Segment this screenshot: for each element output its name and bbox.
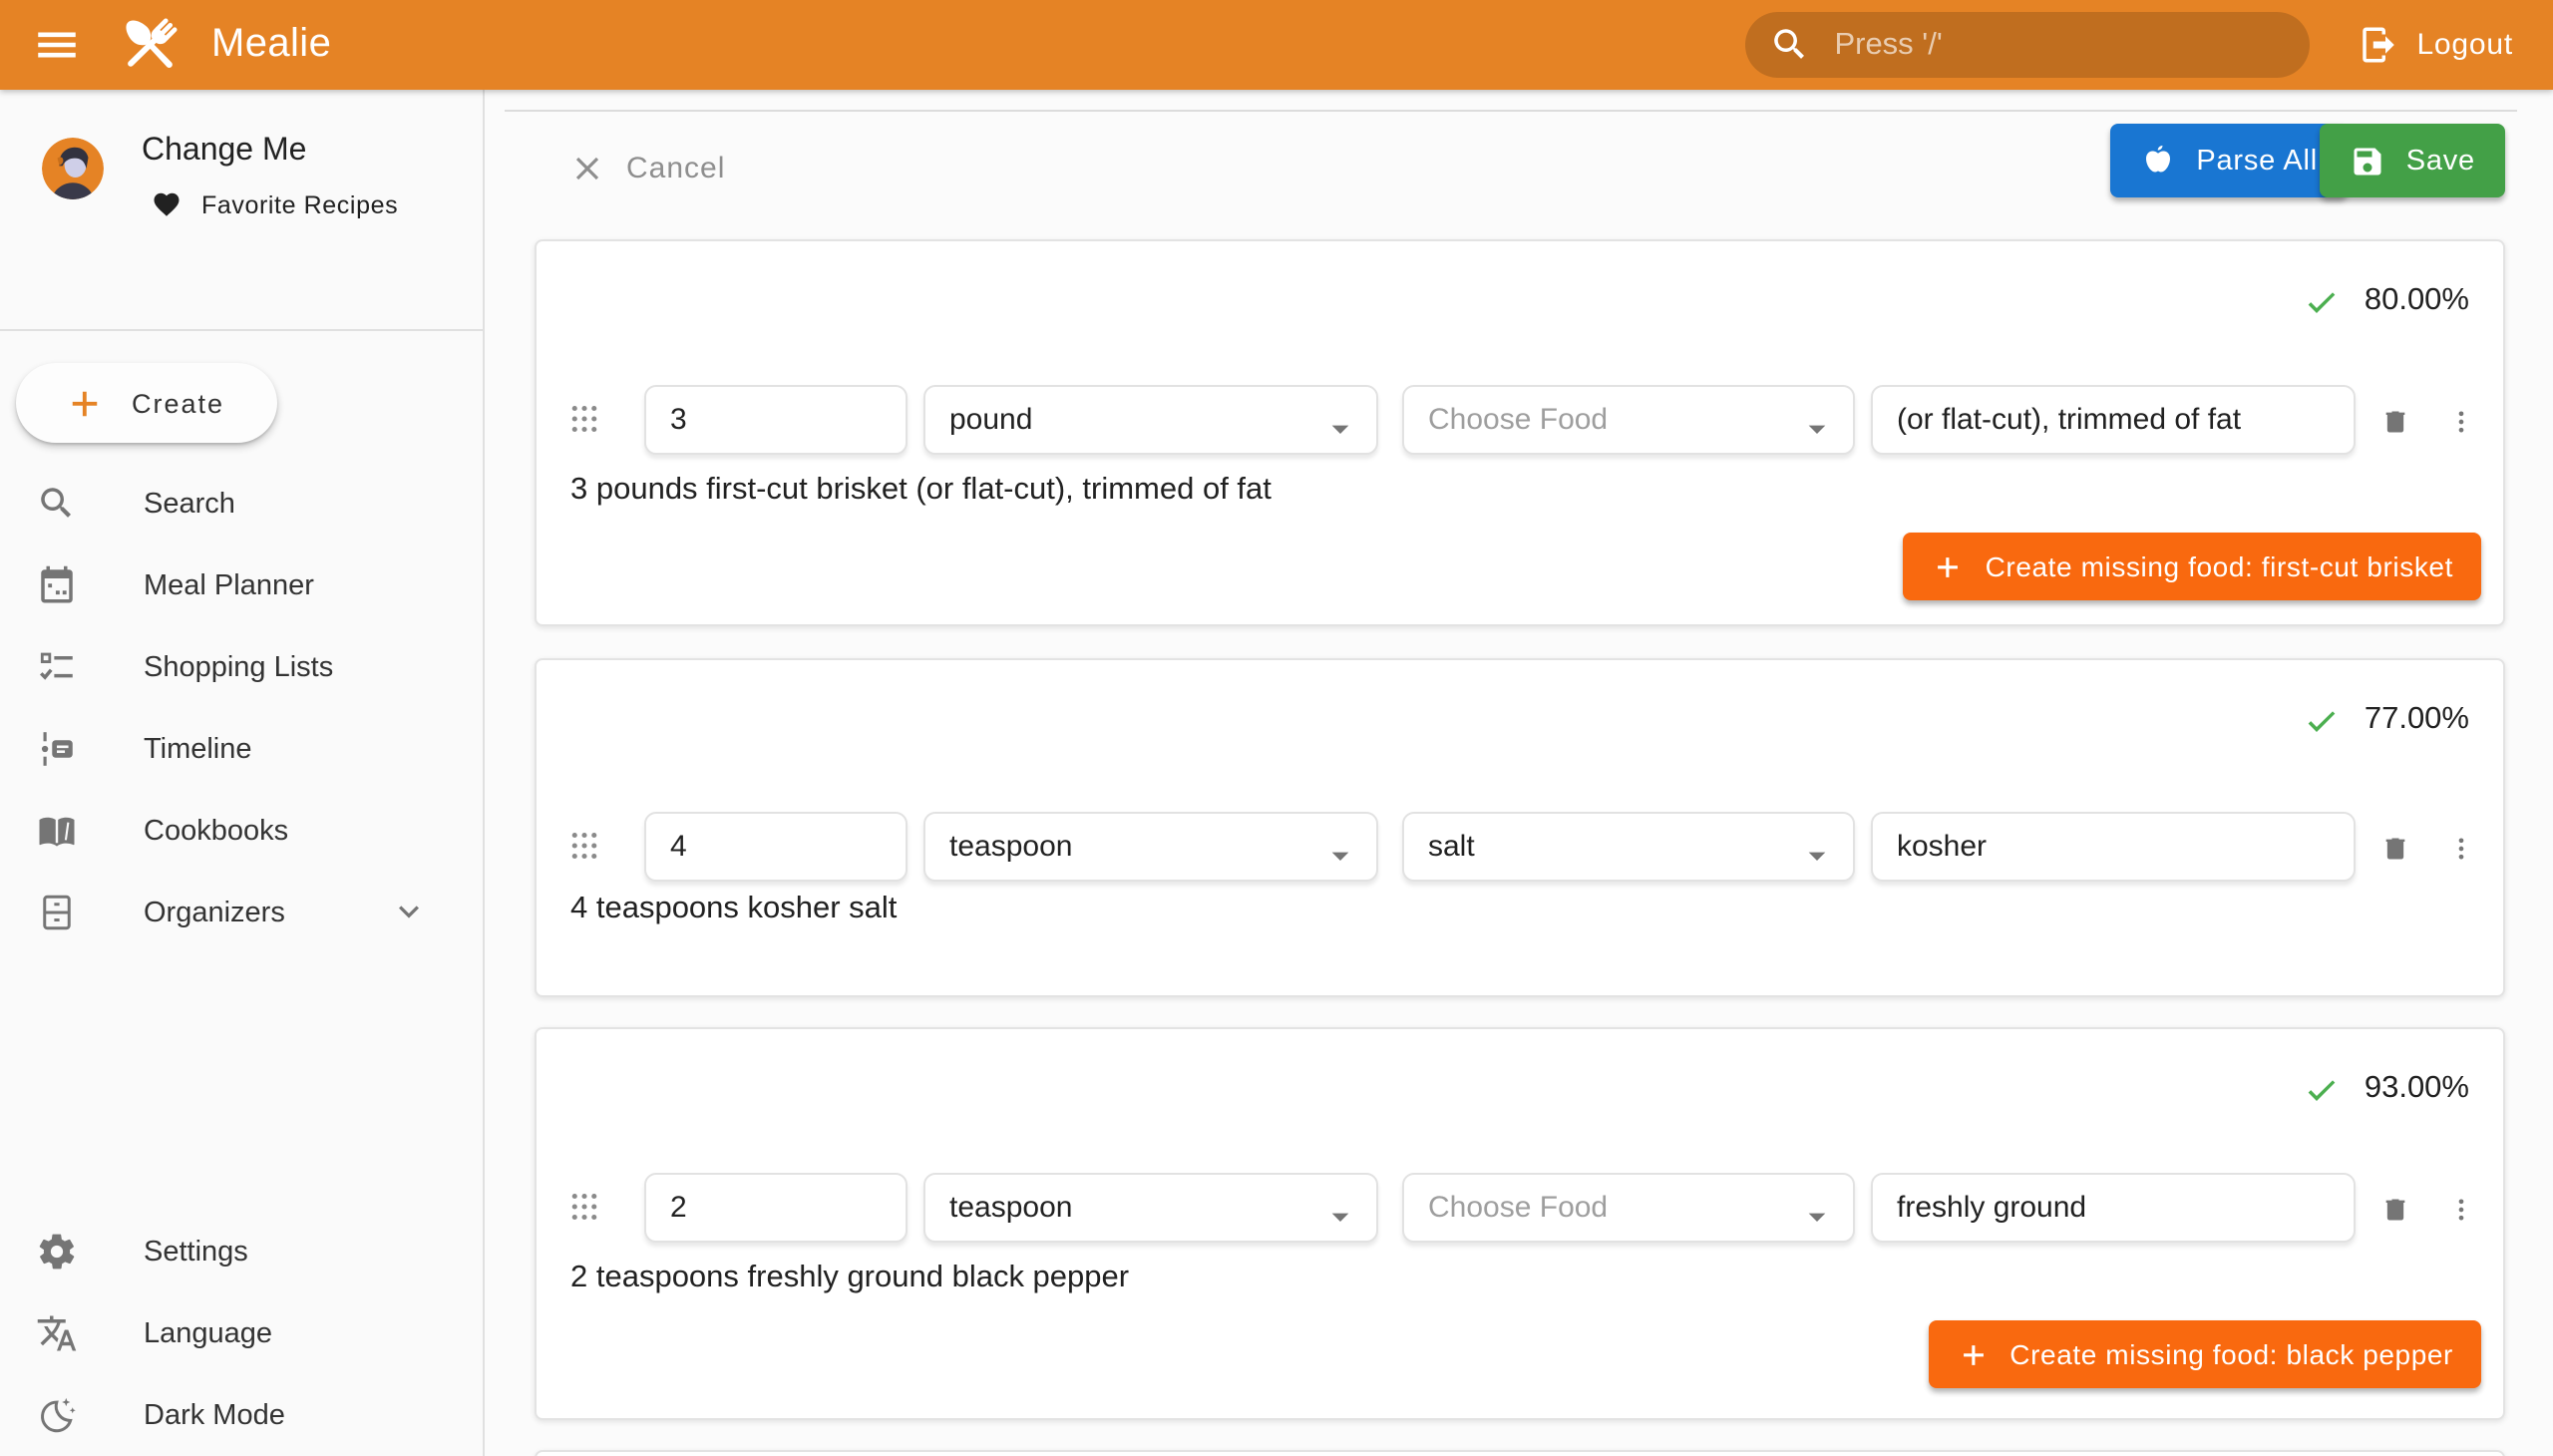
create-button[interactable]: Create <box>16 363 277 443</box>
sidebar-item-organizers[interactable]: Organizers <box>0 872 483 953</box>
food-select[interactable] <box>1402 812 1855 882</box>
create-missing-food-button[interactable]: Create missing food: black pepper <box>1928 1320 2481 1388</box>
drag-handle-icon[interactable] <box>566 1187 606 1231</box>
sidebar-nav: Search Meal Planner Shopping Lists Timel… <box>0 463 483 953</box>
check-icon <box>2303 1069 2343 1109</box>
ingredient-parser-page: Cancel Parse All Save 80.00% <box>485 90 2553 1456</box>
sidebar-item-language[interactable]: Language <box>0 1292 483 1374</box>
ingredient-card: 93.00% 2 teaspoons freshly ground black … <box>535 1027 2505 1420</box>
note-input[interactable] <box>1871 1173 2356 1243</box>
food-select[interactable] <box>1402 385 1855 455</box>
sidebar-footer: Settings Language Dark Mode <box>0 1211 483 1456</box>
confidence-value: 77.00% <box>2365 702 2469 738</box>
sidebar-item-shopping-lists[interactable]: Shopping Lists <box>0 626 483 708</box>
ingredient-card: 77.00% 4 teaspoons kosher salt <box>535 658 2505 997</box>
avatar <box>42 138 104 199</box>
sidebar-item-search[interactable]: Search <box>0 463 483 545</box>
app-header: Mealie Logout <box>0 0 2553 90</box>
mealie-app: Mealie Logout <box>0 0 2553 1456</box>
search-input[interactable] <box>1830 25 2285 65</box>
user-name: Change Me <box>142 134 306 170</box>
note-input[interactable] <box>1871 385 2356 455</box>
quantity-input[interactable] <box>644 812 908 882</box>
plus-icon <box>1932 549 1966 583</box>
silverware-logo-icon <box>114 8 187 82</box>
quantity-input[interactable] <box>644 1173 908 1243</box>
unit-input[interactable] <box>923 1173 1378 1243</box>
sidebar-item-timeline[interactable]: Timeline <box>0 708 483 790</box>
ingredient-field-row <box>537 1173 2503 1243</box>
food-input[interactable] <box>1402 1173 1855 1243</box>
unit-input[interactable] <box>923 385 1378 455</box>
kebab-menu-button[interactable] <box>2435 395 2487 447</box>
original-ingredient-text: 2 teaspoons freshly ground black pepper <box>570 1261 1129 1296</box>
delete-ingredient-button[interactable] <box>2370 1183 2421 1235</box>
search-icon <box>1768 24 1810 66</box>
kebab-menu-button[interactable] <box>2435 1183 2487 1235</box>
confidence-indicator: 80.00% <box>2303 281 2469 321</box>
food-select[interactable] <box>1402 1173 1855 1243</box>
food-input[interactable] <box>1402 812 1855 882</box>
sidebar-item-dark-mode[interactable]: Dark Mode <box>0 1374 483 1456</box>
drag-handle-icon[interactable] <box>566 826 606 870</box>
ingredient-field-row <box>537 385 2503 455</box>
ingredient-field-row <box>537 812 2503 882</box>
ingredient-card <box>535 1450 2505 1456</box>
note-input[interactable] <box>1871 812 2356 882</box>
confidence-value: 80.00% <box>2365 283 2469 319</box>
chevron-down-icon[interactable] <box>389 892 431 933</box>
timeline-icon <box>36 728 78 770</box>
apple-icon <box>2140 143 2176 179</box>
delete-ingredient-button[interactable] <box>2370 822 2421 874</box>
check-icon <box>2303 700 2343 740</box>
book-open-icon <box>36 810 78 852</box>
original-ingredient-text: 4 teaspoons kosher salt <box>570 892 897 927</box>
kebab-menu-button[interactable] <box>2435 822 2487 874</box>
translate-icon <box>36 1312 78 1354</box>
user-profile[interactable]: Change Me Favorite Recipes <box>0 118 483 261</box>
plus-icon <box>1956 1337 1990 1371</box>
parse-all-button[interactable]: Parse All <box>2110 124 2348 197</box>
favorite-recipes-link[interactable]: Favorite Recipes <box>152 189 398 219</box>
create-missing-food-button[interactable]: Create missing food: first-cut brisket <box>1904 533 2481 600</box>
unit-select[interactable] <box>923 1173 1378 1243</box>
sidebar-divider <box>0 329 483 331</box>
original-ingredient-text: 3 pounds first-cut brisket (or flat-cut)… <box>570 473 1272 509</box>
menu-icon[interactable] <box>16 5 96 85</box>
global-search[interactable] <box>1744 12 2309 78</box>
close-icon <box>568 150 606 187</box>
list-checks-icon <box>36 646 78 688</box>
magnify-icon <box>36 483 78 525</box>
delete-ingredient-button[interactable] <box>2370 395 2421 447</box>
unit-select[interactable] <box>923 812 1378 882</box>
confidence-indicator: 77.00% <box>2303 700 2469 740</box>
confidence-indicator: 93.00% <box>2303 1069 2469 1109</box>
calendar-icon <box>36 564 78 606</box>
save-icon <box>2351 143 2386 179</box>
check-icon <box>2303 281 2343 321</box>
logout-icon <box>2357 24 2398 66</box>
file-cabinet-icon <box>36 892 78 933</box>
app-title: Mealie <box>211 22 331 68</box>
cancel-button[interactable]: Cancel <box>556 148 737 189</box>
unit-input[interactable] <box>923 812 1378 882</box>
quantity-input[interactable] <box>644 385 908 455</box>
unit-select[interactable] <box>923 385 1378 455</box>
food-input[interactable] <box>1402 385 1855 455</box>
save-button[interactable]: Save <box>2321 124 2505 197</box>
heart-icon <box>152 189 182 219</box>
ingredient-card: 80.00% 3 pounds first-cut brisket (or fl… <box>535 239 2505 626</box>
sidebar: Change Me Favorite Recipes Create Search <box>0 90 485 1456</box>
sidebar-item-settings[interactable]: Settings <box>0 1211 483 1292</box>
moon-stars-icon <box>36 1394 78 1436</box>
logout-button[interactable]: Logout <box>2345 9 2525 81</box>
plus-icon <box>64 382 106 424</box>
gear-icon <box>36 1231 78 1273</box>
sidebar-item-meal-planner[interactable]: Meal Planner <box>0 545 483 626</box>
toolbar-divider <box>505 110 2517 112</box>
drag-handle-icon[interactable] <box>566 399 606 443</box>
confidence-value: 93.00% <box>2365 1071 2469 1107</box>
sidebar-item-cookbooks[interactable]: Cookbooks <box>0 790 483 872</box>
